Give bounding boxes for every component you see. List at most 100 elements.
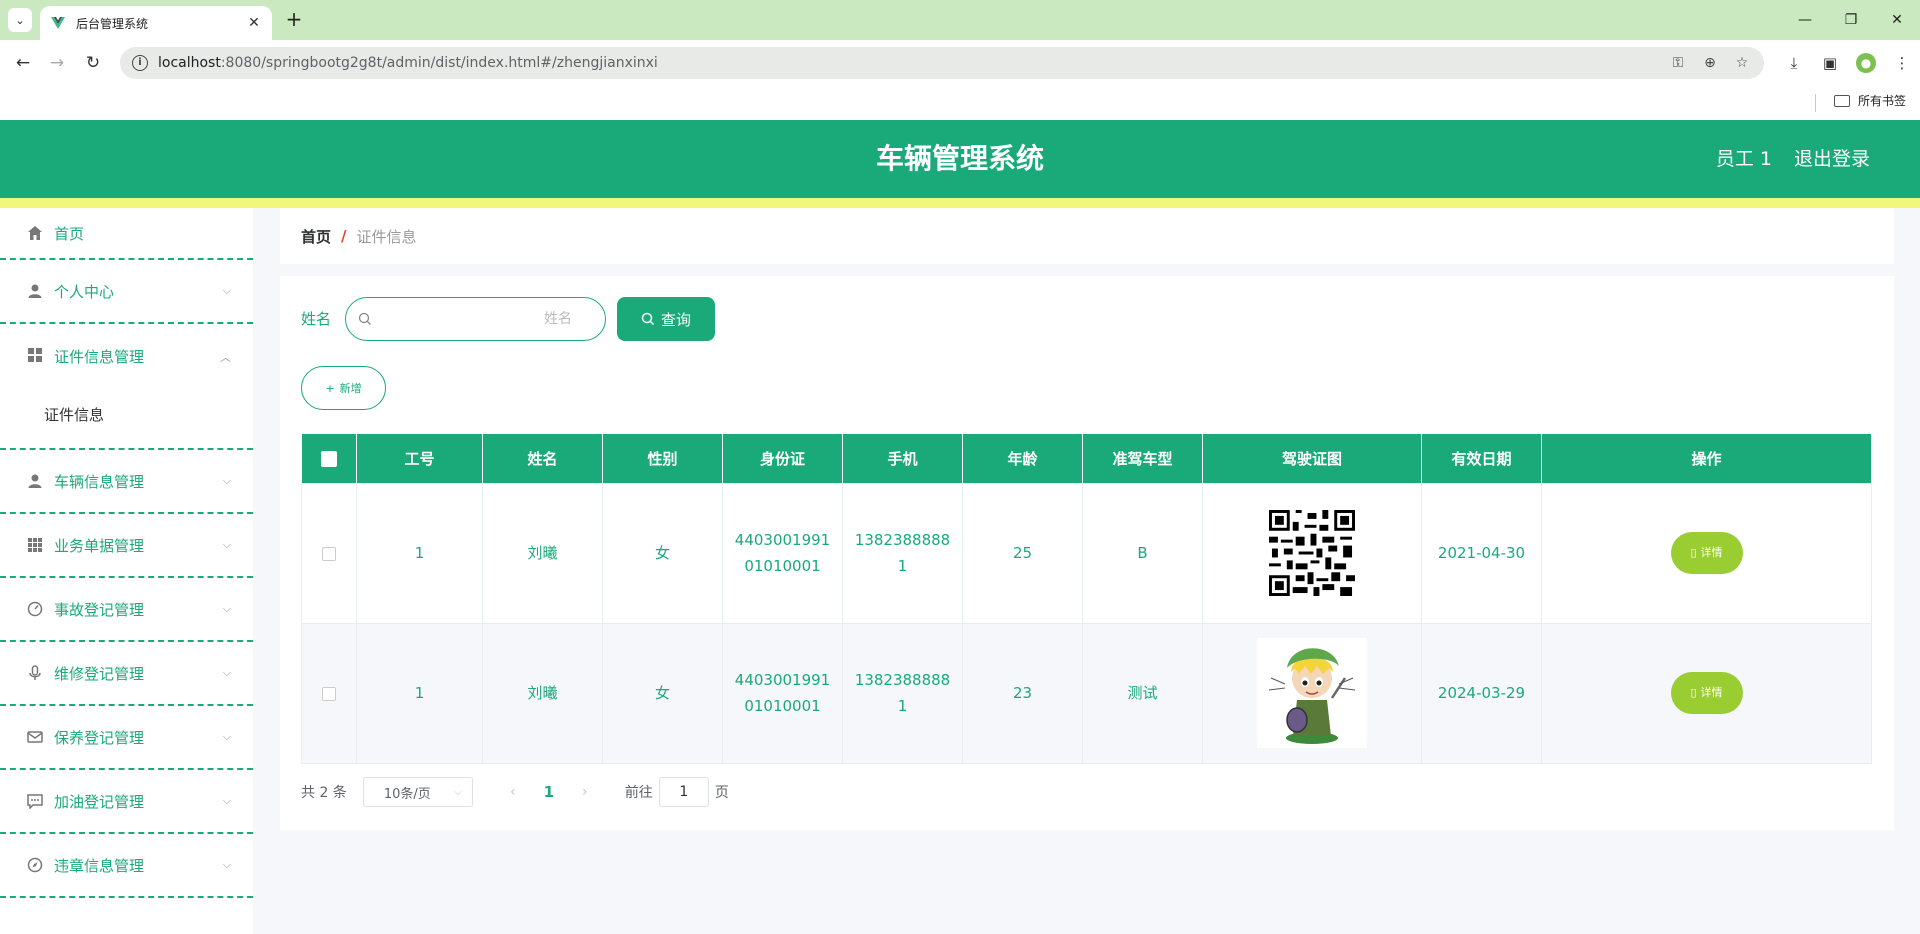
- sidebar-item-label: 保养登记管理: [54, 728, 145, 747]
- tab-close-icon[interactable]: ✕: [246, 15, 262, 31]
- url-field[interactable]: i localhost:8080/springbootg2g8t/admin/d…: [120, 47, 1764, 79]
- search-button[interactable]: 查询: [617, 297, 715, 341]
- cell-id: 1: [356, 482, 483, 624]
- sidebar-item-profile[interactable]: 个人中心 ⌵: [0, 260, 253, 324]
- logout-link[interactable]: 退出登录: [1794, 120, 1870, 198]
- sidebar-item-home[interactable]: 首页: [0, 208, 253, 260]
- minimize-icon[interactable]: —: [1782, 0, 1828, 40]
- select-all-checkbox[interactable]: [320, 450, 337, 467]
- column-header: 工号: [356, 434, 483, 483]
- cartoon-avatar-image[interactable]: [1257, 638, 1367, 748]
- cell-idcard: 440300199101010001: [722, 622, 843, 764]
- chat-icon: [26, 792, 44, 810]
- download-icon[interactable]: ⤓: [1776, 47, 1812, 79]
- reload-icon[interactable]: ↻: [80, 50, 106, 76]
- key-icon[interactable]: ⚿: [1666, 51, 1690, 75]
- qr-code-image[interactable]: [1269, 510, 1355, 596]
- column-header: 性别: [602, 434, 723, 483]
- table-row: 1 刘曦 女 440300199101010001 13823888881 25…: [301, 482, 1872, 624]
- restore-icon[interactable]: ❐: [1828, 0, 1874, 40]
- sidebar: 首页 个人中心 ⌵ 证件信息管理 ︿ 证件信息 车辆信息管理 ⌵ 业务单据管理 …: [0, 208, 253, 934]
- next-page-icon[interactable]: ›: [567, 784, 603, 800]
- cell-license-image: [1202, 482, 1422, 624]
- search-name-input[interactable]: [372, 311, 582, 327]
- cell-valid-date: 2024-03-29: [1421, 622, 1542, 764]
- chevron-down-icon: ⌵: [222, 602, 231, 615]
- prev-page-icon[interactable]: ‹: [495, 784, 531, 800]
- column-header: 准驾车型: [1082, 434, 1203, 483]
- microphone-icon: [26, 664, 44, 682]
- cell-age: 23: [962, 622, 1083, 764]
- browser-toolbar-right: ⤓ ▣ ● ⋮: [1776, 47, 1920, 79]
- cell-idcard: 440300199101010001: [722, 482, 843, 624]
- sidebar-item-label: 证件信息管理: [54, 348, 145, 366]
- bookmarks-divider: [1815, 94, 1816, 112]
- row-checkbox[interactable]: [322, 546, 336, 561]
- table-row: 1 刘曦 女 440300199101010001 13823888881 23…: [301, 622, 1872, 764]
- detail-button-label: 详情: [1700, 546, 1723, 559]
- sidebar-item-violation[interactable]: 违章信息管理 ⌵: [0, 834, 253, 898]
- cell-actions: ▯ 详情: [1541, 482, 1872, 624]
- page-number-current[interactable]: 1: [531, 783, 567, 801]
- row-select-cell[interactable]: [301, 622, 357, 764]
- sidebar-item-license-mgmt[interactable]: 证件信息管理 ︿ 证件信息: [0, 324, 253, 450]
- back-icon[interactable]: ←: [10, 50, 36, 76]
- add-button[interactable]: + 新增: [301, 366, 386, 410]
- close-window-icon[interactable]: ✕: [1874, 0, 1920, 40]
- row-select-cell[interactable]: [301, 482, 357, 624]
- chevron-down-icon: ⌵: [222, 474, 231, 487]
- search-input-wrapper[interactable]: [345, 297, 606, 341]
- site-info-icon[interactable]: i: [132, 55, 148, 71]
- sidebar-item-maintenance[interactable]: 保养登记管理 ⌵: [0, 706, 253, 770]
- chevron-down-icon: ⌵: [222, 666, 231, 679]
- star-bookmark-icon[interactable]: ☆: [1730, 51, 1754, 75]
- goto-suffix: 页: [714, 785, 729, 801]
- sidebar-item-label: 加油登记管理: [54, 792, 145, 811]
- chevron-up-icon: ︿: [220, 351, 231, 364]
- breadcrumb: 首页 / 证件信息: [280, 208, 1894, 264]
- sidebar-subitem-license-info[interactable]: 证件信息: [44, 404, 104, 425]
- forward-icon[interactable]: →: [44, 50, 70, 76]
- cell-gender: 女: [602, 482, 723, 624]
- sidebar-item-accident[interactable]: 事故登记管理 ⌵: [0, 578, 253, 642]
- compass-icon: [26, 856, 44, 874]
- column-header: 有效日期: [1421, 434, 1542, 483]
- sidebar-item-label: 个人中心: [54, 282, 115, 301]
- new-tab-icon[interactable]: +: [282, 8, 306, 32]
- browser-tab-active[interactable]: 后台管理系统 ✕: [40, 6, 272, 40]
- sidebar-item-repair[interactable]: 维修登记管理 ⌵: [0, 642, 253, 706]
- row-checkbox[interactable]: [322, 686, 336, 701]
- sidebar-item-label: 事故登记管理: [54, 600, 145, 619]
- search-icon: [641, 312, 655, 326]
- browser-menu-icon[interactable]: ⋮: [1884, 47, 1920, 79]
- pagination-total: 共 2 条: [301, 785, 347, 801]
- breadcrumb-current: 证件信息: [356, 227, 417, 246]
- page-size-value: 10条/页: [383, 786, 431, 802]
- zoom-icon[interactable]: ⊕: [1698, 51, 1722, 75]
- detail-button[interactable]: ▯ 详情: [1670, 672, 1743, 714]
- detail-button[interactable]: ▯ 详情: [1670, 532, 1743, 574]
- user-icon: [26, 472, 44, 490]
- header-accent-stripe: [0, 198, 1920, 208]
- sidebar-item-vehicle-mgmt[interactable]: 车辆信息管理 ⌵: [0, 450, 253, 514]
- goto-prefix: 前往: [624, 785, 653, 801]
- sidebar-item-fuel[interactable]: 加油登记管理 ⌵: [0, 770, 253, 834]
- sidepanel-icon[interactable]: ▣: [1812, 47, 1848, 79]
- browser-address-bar: ← → ↻ i localhost:8080/springbootg2g8t/a…: [0, 40, 1920, 86]
- cell-license-image: [1202, 622, 1422, 764]
- chevron-down-icon: ⌵: [222, 858, 231, 871]
- sidebar-item-business-docs[interactable]: 业务单据管理 ⌵: [0, 514, 253, 578]
- select-all-cell[interactable]: [301, 434, 357, 483]
- breadcrumb-home[interactable]: 首页: [301, 226, 331, 247]
- bookmarks-bar: 所有书签: [0, 86, 1920, 120]
- column-header: 驾驶证图: [1202, 434, 1422, 483]
- goto-page-input[interactable]: 1: [658, 777, 709, 807]
- profile-avatar-icon[interactable]: ●: [1856, 53, 1876, 73]
- app-header: 车辆管理系统 员工 1 退出登录: [0, 120, 1920, 198]
- search-label: 姓名: [301, 310, 332, 328]
- cell-phone: 13823888881: [842, 622, 963, 764]
- all-bookmarks[interactable]: 所有书签: [1834, 92, 1906, 109]
- page-size-select[interactable]: 10条/页 ⌵: [362, 777, 473, 807]
- tab-search-dropdown[interactable]: ⌄: [8, 8, 32, 32]
- sidebar-item-label: 车辆信息管理: [54, 472, 145, 491]
